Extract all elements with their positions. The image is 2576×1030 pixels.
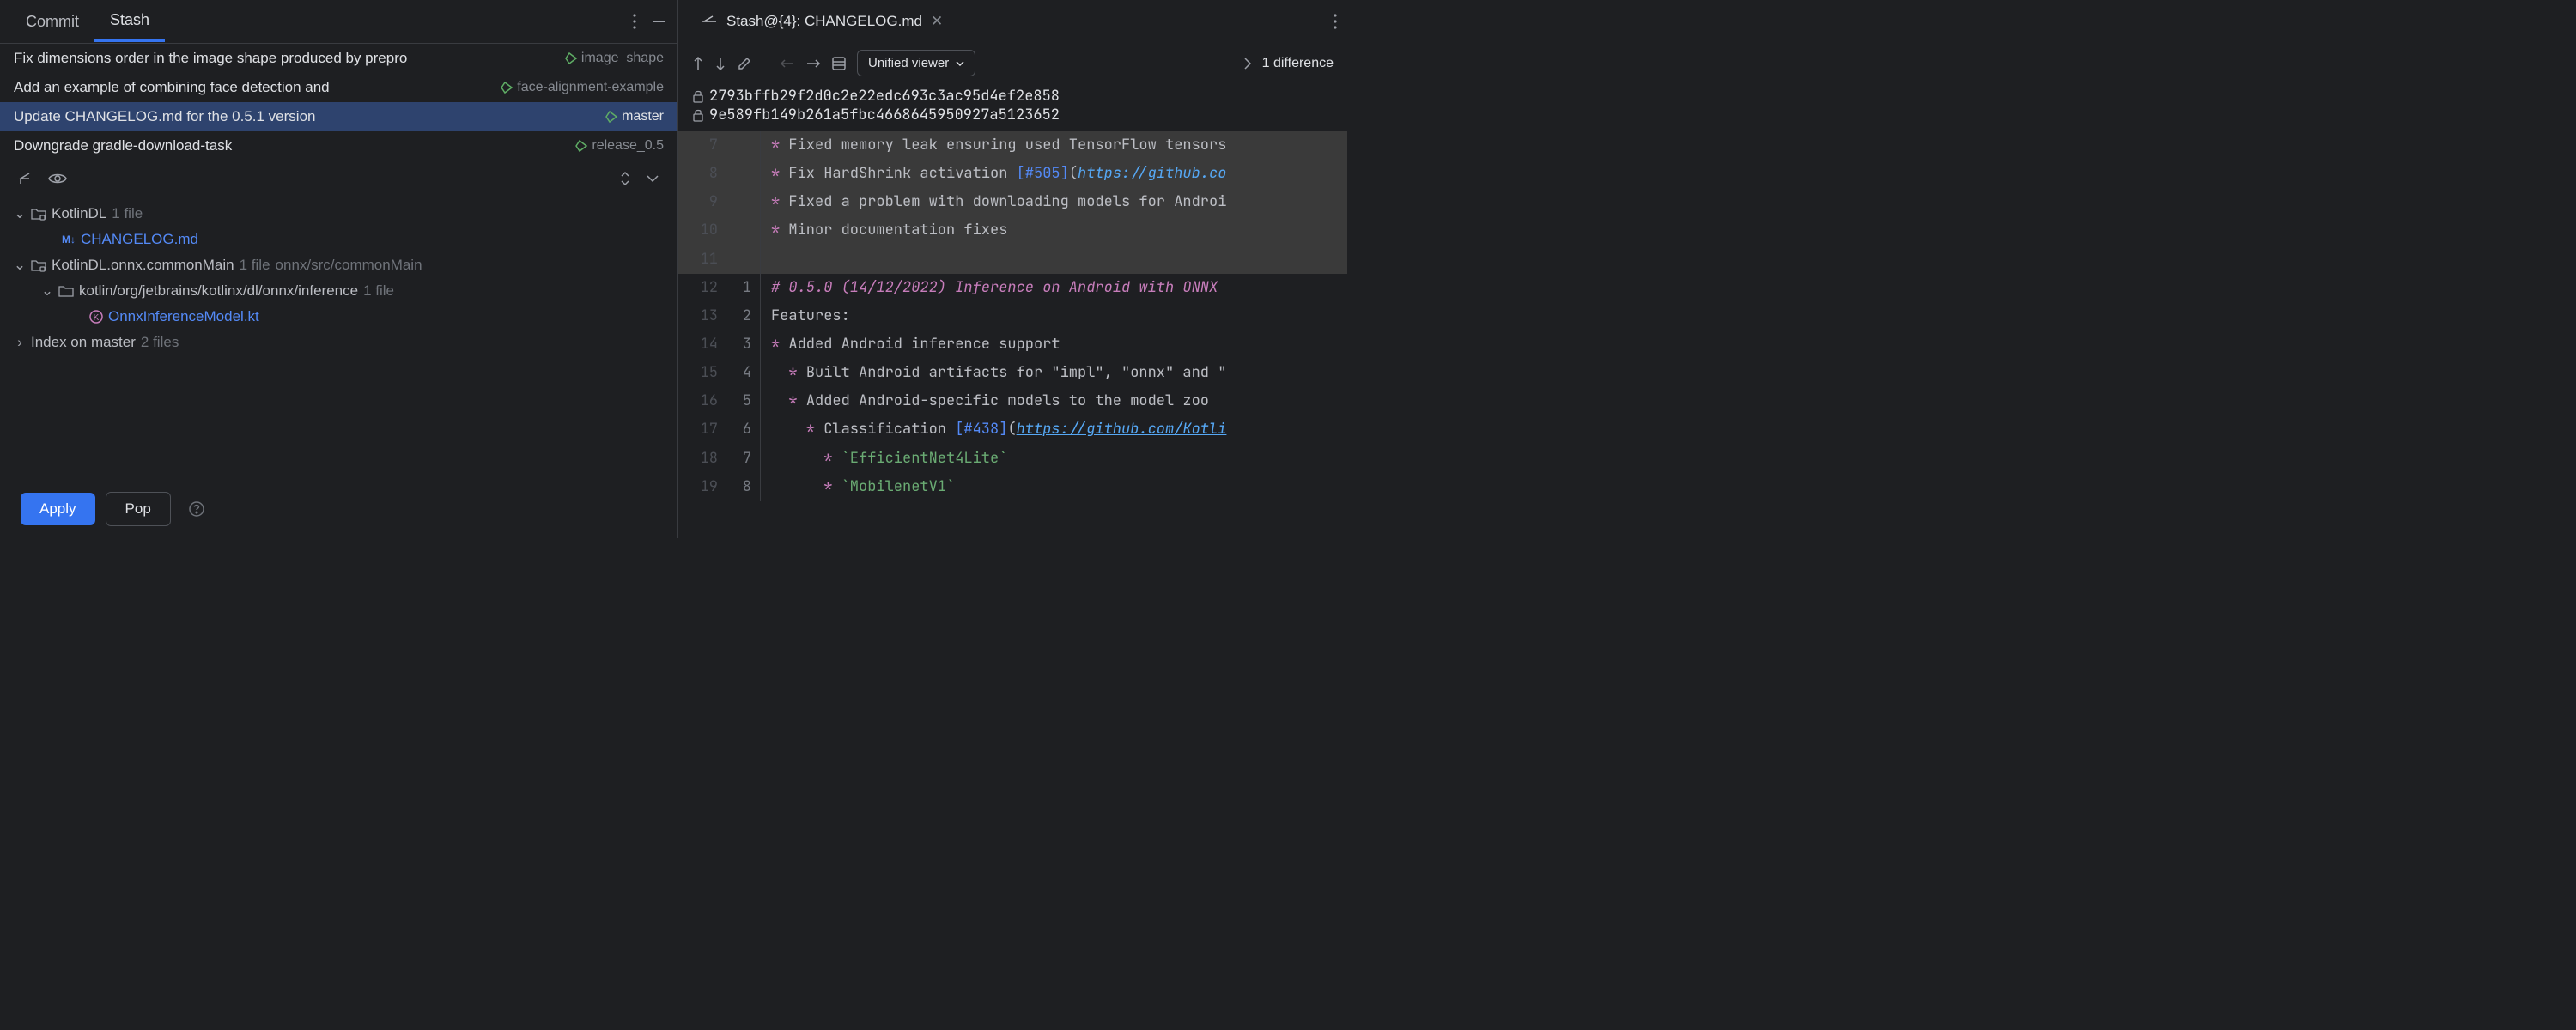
navigate-icon[interactable] [17, 170, 34, 187]
commit-message: Fix dimensions order in the image shape … [14, 50, 557, 67]
commit-message: Update CHANGELOG.md for the 0.5.1 versio… [14, 108, 598, 125]
editor-tab-bar: Stash@{4}: CHANGELOG.md ✕ [678, 0, 1347, 43]
folder-icon [58, 284, 74, 298]
minimize-icon[interactable] [652, 14, 667, 29]
close-icon[interactable]: ✕ [931, 13, 943, 30]
commit-row[interactable]: Update CHANGELOG.md for the 0.5.1 versio… [0, 102, 677, 131]
folder-icon [31, 207, 46, 221]
tab-commit[interactable]: Commit [10, 3, 94, 41]
prev-diff-icon[interactable] [692, 56, 704, 71]
chevron-right-icon: › [14, 334, 26, 351]
file-tree: ⌄ KotlinDL 1 file M↓ CHANGELOG.md ⌄ Kotl… [0, 196, 677, 480]
tree-folder[interactable]: ⌄ kotlin/org/jetbrains/kotlinx/dl/onnx/i… [0, 278, 677, 304]
kotlin-icon: K [89, 310, 103, 324]
layout-icon[interactable] [831, 56, 847, 71]
chevron-right-icon[interactable] [1243, 57, 1252, 70]
commit-row[interactable]: Fix dimensions order in the image shape … [0, 44, 677, 73]
commit-message: Add an example of combining face detecti… [14, 79, 493, 96]
preview-icon[interactable] [48, 172, 67, 185]
tab-stash[interactable]: Stash [94, 1, 165, 42]
more-icon[interactable] [633, 14, 636, 29]
commit-hashes: 2793bffb29f2d0c2e22edc693c3ac95d4ef2e858… [678, 83, 1347, 131]
branch-tag: release_0.5 [574, 138, 664, 154]
stash-tabs: Commit Stash [0, 0, 677, 43]
chevron-down-icon: ⌄ [14, 257, 26, 274]
viewer-dropdown[interactable]: Unified viewer [857, 50, 975, 76]
folder-icon [31, 258, 46, 272]
diff-editor[interactable]: 7* Fixed memory leak ensuring used Tenso… [678, 131, 1347, 538]
commit-message: Downgrade gradle-download-task [14, 137, 568, 154]
expand-collapse-icon[interactable] [619, 170, 631, 187]
chevron-down-icon: ⌄ [14, 205, 26, 222]
forward-icon[interactable] [805, 58, 821, 70]
chevron-down-icon: ⌄ [41, 282, 53, 300]
lock-icon [692, 108, 704, 122]
diff-toolbar: Unified viewer 1 difference [678, 43, 1347, 83]
branch-tag: image_shape [564, 51, 664, 66]
branch-tag: face-alignment-example [500, 80, 664, 95]
branch-tag: master [605, 109, 664, 124]
back-icon[interactable] [780, 58, 795, 70]
stash-tab-icon [701, 15, 718, 28]
file-toolbar [0, 161, 677, 196]
markdown-icon: M↓ [62, 233, 76, 245]
collapse-icon[interactable] [645, 171, 660, 186]
svg-text:K: K [94, 313, 100, 323]
edit-icon[interactable] [737, 56, 752, 71]
editor-tab[interactable]: Stash@{4}: CHANGELOG.md ✕ [689, 4, 955, 39]
commit-row[interactable]: Downgrade gradle-download-task release_0… [0, 131, 677, 161]
lock-icon [692, 89, 704, 103]
button-bar: Apply Pop [0, 480, 677, 538]
help-icon[interactable] [188, 500, 205, 518]
tree-folder[interactable]: › Index on master 2 files [0, 330, 677, 355]
tree-file[interactable]: K OnnxInferenceModel.kt [0, 304, 677, 330]
tree-file[interactable]: M↓ CHANGELOG.md [0, 227, 677, 252]
apply-button[interactable]: Apply [21, 493, 95, 525]
tree-folder[interactable]: ⌄ KotlinDL.onnx.commonMain 1 file onnx/s… [0, 252, 677, 278]
pop-button[interactable]: Pop [106, 492, 171, 526]
commit-list: Fix dimensions order in the image shape … [0, 43, 677, 161]
tree-folder[interactable]: ⌄ KotlinDL 1 file [0, 201, 677, 227]
next-diff-icon[interactable] [714, 56, 726, 71]
commit-row[interactable]: Add an example of combining face detecti… [0, 73, 677, 102]
diff-count: 1 difference [1262, 56, 1334, 71]
more-icon[interactable] [1334, 14, 1337, 29]
